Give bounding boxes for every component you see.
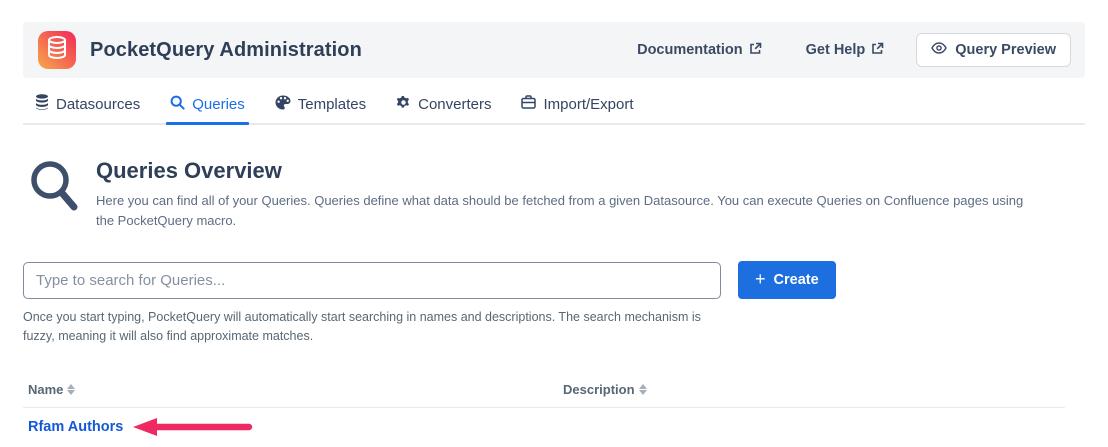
tab-converters-label: Converters bbox=[418, 96, 491, 113]
eye-icon bbox=[931, 42, 947, 58]
tab-queries-label: Queries bbox=[192, 96, 245, 113]
magnifier-icon bbox=[28, 160, 80, 231]
get-help-link[interactable]: Get Help bbox=[806, 42, 885, 59]
section-description: Here you can find all of your Queries. Q… bbox=[96, 191, 1028, 231]
page-title: PocketQuery Administration bbox=[90, 39, 362, 62]
tab-converters[interactable]: Converters bbox=[394, 90, 493, 123]
search-row: + Create bbox=[23, 261, 1085, 299]
documentation-link[interactable]: Documentation bbox=[637, 42, 762, 59]
search-icon bbox=[170, 95, 185, 114]
column-header-name[interactable]: Name bbox=[28, 382, 563, 397]
tab-import-export[interactable]: Import/Export bbox=[519, 90, 635, 123]
tab-import-export-label: Import/Export bbox=[543, 96, 633, 113]
sort-icon bbox=[67, 384, 75, 395]
name-column-label: Name bbox=[28, 382, 63, 397]
database-icon bbox=[35, 94, 49, 114]
tab-datasources-label: Datasources bbox=[56, 96, 140, 113]
create-query-button[interactable]: + Create bbox=[738, 261, 836, 299]
table-row: Rfam Authors bbox=[23, 408, 1085, 447]
query-link-rfam-authors[interactable]: Rfam Authors bbox=[28, 419, 123, 435]
queries-overview-section: Queries Overview Here you can find all o… bbox=[23, 158, 1085, 231]
tab-templates[interactable]: Templates bbox=[273, 90, 368, 123]
briefcase-icon bbox=[521, 95, 536, 113]
external-link-icon bbox=[871, 42, 884, 59]
tab-queries[interactable]: Queries bbox=[168, 90, 247, 123]
pocketquery-admin-page: PocketQuery Administration Documentation… bbox=[0, 0, 1108, 447]
pocketquery-logo bbox=[38, 31, 76, 69]
column-header-description[interactable]: Description bbox=[563, 382, 647, 397]
tab-datasources[interactable]: Datasources bbox=[33, 90, 142, 123]
palette-icon bbox=[275, 95, 291, 114]
get-help-link-label: Get Help bbox=[806, 42, 866, 58]
annotation-arrow-icon bbox=[133, 417, 255, 437]
search-help-text: Once you start typing, PocketQuery will … bbox=[23, 308, 729, 346]
plus-icon: + bbox=[755, 270, 766, 288]
query-preview-button[interactable]: Query Preview bbox=[916, 33, 1071, 67]
admin-tabbar: Datasources Queries Templates bbox=[23, 90, 1085, 125]
gear-icon bbox=[396, 95, 411, 114]
external-link-icon bbox=[749, 42, 762, 59]
documentation-link-label: Documentation bbox=[637, 42, 743, 58]
section-title: Queries Overview bbox=[96, 158, 1028, 184]
query-search-input[interactable] bbox=[23, 262, 721, 299]
query-preview-label: Query Preview bbox=[955, 42, 1056, 58]
queries-table: Name Description Rfam Authors bbox=[23, 382, 1085, 447]
description-column-label: Description bbox=[563, 382, 635, 397]
header: PocketQuery Administration Documentation… bbox=[23, 22, 1085, 78]
database-logo-icon bbox=[46, 36, 68, 65]
tab-templates-label: Templates bbox=[298, 96, 366, 113]
create-button-label: Create bbox=[774, 272, 819, 288]
sort-icon bbox=[639, 384, 647, 395]
table-header-row: Name Description bbox=[23, 382, 1085, 407]
